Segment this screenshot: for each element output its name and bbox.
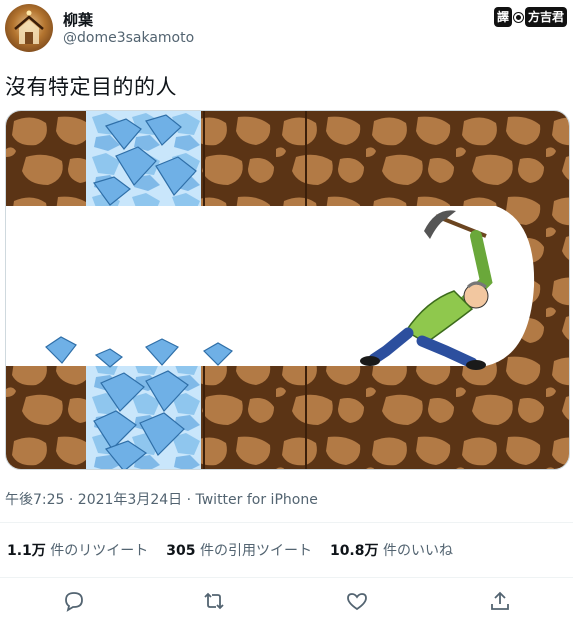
like-icon[interactable] (345, 589, 369, 613)
quotes-label: 件の引用ツイート (199, 543, 312, 559)
retweets-count: 1.1万 (7, 543, 46, 559)
retweet-icon[interactable] (202, 589, 226, 613)
translator-badge-right: 方吉君 (524, 7, 567, 27)
mining-illustration (6, 111, 569, 469)
quotes-count: 305 (166, 543, 196, 559)
tweet-actions (0, 585, 573, 615)
badge-dot (513, 12, 523, 22)
tweet-stats: 1.1万 件のリツイート 305 件の引用ツイート 10.8万 件のいいね (7, 540, 453, 560)
translator-badge-left: 譯 (493, 7, 512, 27)
tweet-image[interactable] (5, 110, 570, 470)
retweets-stat[interactable]: 1.1万 件のリツイート (7, 540, 148, 560)
likes-label: 件のいいね (382, 543, 453, 559)
divider-top (0, 522, 573, 523)
tweet-text: 沒有特定目的的人 (5, 75, 177, 99)
share-icon[interactable] (488, 589, 512, 613)
quotes-stat[interactable]: 305 件の引用ツイート (166, 540, 312, 560)
tweet-timestamp[interactable]: 午後7:25 · 2021年3月24日 · Twitter for iPhone (5, 489, 318, 509)
author-handle[interactable]: @dome3sakamoto (63, 30, 194, 46)
author-name[interactable]: 柳葉 (63, 9, 93, 30)
tweet-header: 柳葉 @dome3sakamoto 譯 方吉君 (0, 0, 573, 60)
divider-bottom (0, 577, 573, 578)
likes-stat[interactable]: 10.8万 件のいいね (330, 540, 453, 560)
avatar[interactable] (5, 4, 53, 52)
retweets-label: 件のリツイート (50, 543, 149, 559)
reply-icon[interactable] (62, 589, 86, 613)
translator-badge: 譯 方吉君 (493, 6, 567, 28)
likes-count: 10.8万 (329, 543, 379, 559)
